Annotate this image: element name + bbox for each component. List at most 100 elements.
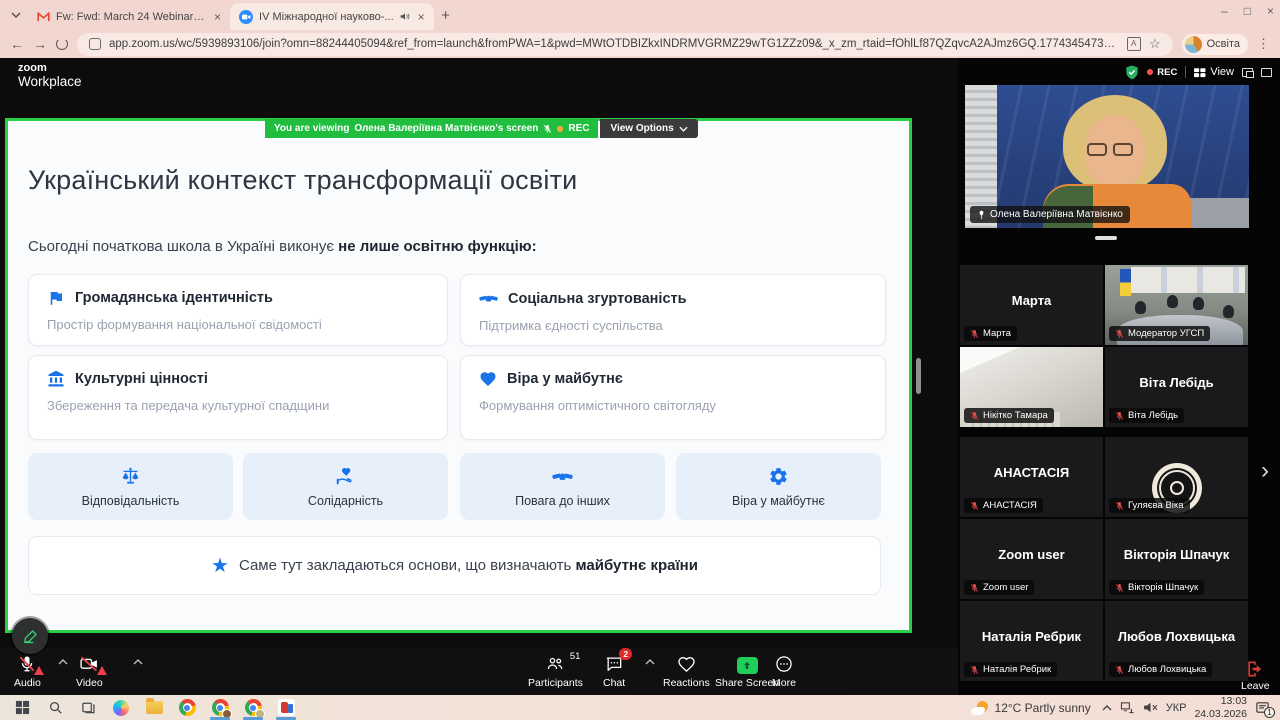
chat-options-caret[interactable] (645, 659, 655, 665)
participant-tile-marta[interactable]: Марта Марта (960, 265, 1103, 345)
translate-icon[interactable]: A (1126, 37, 1141, 51)
notification-center-button[interactable]: 1 (1255, 700, 1275, 718)
participant-label: Гуляєва Віка (1109, 498, 1190, 513)
reload-button[interactable] (56, 38, 68, 50)
video-button[interactable]: Video (76, 653, 108, 689)
network-icon[interactable] (1120, 701, 1135, 714)
value-card-solidarity: Солідарність (243, 453, 448, 520)
participants-count: 51 (569, 651, 581, 662)
notification-badge: 1 (1264, 707, 1275, 718)
mic-muted-icon (970, 501, 979, 510)
participant-tile-nikitko[interactable]: Нікітко Тамара (960, 347, 1103, 427)
site-settings-icon[interactable] (89, 38, 101, 50)
tab-gmail[interactable]: Fw: Fwd: March 24 Webinar wit... × (28, 3, 230, 30)
new-tab-button[interactable]: + (434, 3, 458, 27)
participants-button[interactable]: 51 Participants (528, 651, 583, 689)
participant-tile-liubov[interactable]: Любов Лохвицька Любов Лохвицька (1105, 601, 1248, 681)
participant-tile-viktoriia[interactable]: Вікторія Шпачук Вікторія Шпачук (1105, 519, 1248, 599)
mic-muted-icon (970, 411, 979, 420)
tab-search-chevron-icon[interactable] (4, 3, 28, 27)
minimize-video-button[interactable] (1242, 67, 1254, 78)
keyboard-language[interactable]: УКР (1166, 702, 1187, 714)
mic-muted-icon (544, 124, 552, 133)
browser-menu-icon[interactable]: ⋮ (1257, 36, 1270, 52)
recording-dot-icon (557, 125, 564, 132)
volume-muted-icon[interactable] (1143, 702, 1158, 713)
presentation-intro: Сьогодні початкова школа в Україні викон… (28, 238, 537, 255)
speaker-video-tile[interactable]: Олена Валеріївна Матвієнко (965, 85, 1249, 228)
tab-close-icon[interactable]: × (214, 10, 221, 24)
leave-button[interactable]: Leave (1241, 659, 1270, 692)
window-close-button[interactable]: × (1267, 4, 1274, 18)
handshake-icon (479, 295, 498, 302)
reactions-button[interactable]: Reactions (663, 653, 710, 689)
shield-check-icon[interactable] (1125, 65, 1139, 80)
share-screen-button[interactable]: Share Screen (715, 653, 779, 689)
tab-zoom-meeting[interactable]: IV Міжнародної науково-... × (230, 3, 434, 30)
audio-warning-icon (34, 666, 45, 675)
rec-dot-icon (1147, 69, 1154, 75)
back-button[interactable]: ← (10, 36, 24, 52)
pinned-app-button[interactable] (274, 696, 298, 720)
gmail-icon (37, 11, 50, 21)
weather-widget[interactable]: 12°C Partly sunny (970, 700, 1091, 715)
ukraine-flag (1120, 269, 1131, 296)
view-options-button[interactable]: View Options (600, 119, 698, 138)
window-maximize-button[interactable]: □ (1244, 4, 1251, 18)
participant-label: Нікітко Тамара (964, 408, 1054, 423)
value-card-faith: Віра у майбутнє (676, 453, 881, 520)
view-button[interactable]: View (1194, 66, 1234, 78)
handshake-icon (552, 472, 573, 480)
participant-tile-nataliia[interactable]: Наталія Ребрик Наталія Ребрик (960, 601, 1103, 681)
task-view-button[interactable] (76, 696, 100, 720)
participant-tile-moderator[interactable]: Модератор УГСП (1105, 265, 1248, 345)
panel-drag-handle[interactable] (1095, 236, 1117, 240)
pin-icon (979, 210, 984, 219)
participant-tile-zoom-user[interactable]: Zoom user Zoom user (960, 519, 1103, 599)
mic-muted-icon (1115, 411, 1124, 420)
start-button[interactable] (10, 696, 34, 720)
bookmark-star-icon[interactable]: ☆ (1149, 36, 1161, 52)
browser-profile-chip[interactable]: Освіта (1181, 33, 1248, 55)
copilot-button[interactable] (109, 696, 133, 720)
speaker-name-label: Олена Валеріївна Матвієнко (970, 206, 1130, 223)
chevron-down-icon (679, 126, 688, 132)
next-page-chevron[interactable]: › (1261, 457, 1269, 485)
popout-video-button[interactable] (1261, 67, 1272, 77)
audio-options-caret[interactable] (58, 659, 68, 665)
clock[interactable]: 13:03 24.03.2026 (1194, 695, 1247, 719)
windows-taskbar: 12°C Partly sunny УКР 13:03 24.03.2026 1 (0, 695, 1280, 720)
annotate-button[interactable] (12, 618, 48, 654)
chrome-profile2-button[interactable] (241, 696, 265, 720)
forward-button[interactable]: → (33, 36, 47, 52)
audio-button[interactable]: Audio (14, 653, 45, 689)
url-field[interactable]: app.zoom.us/wc/5939893106/join?omn=88244… (77, 32, 1173, 56)
tab-audio-icon[interactable] (400, 12, 410, 21)
chrome-button[interactable] (175, 696, 199, 720)
presentation-title: Український контекст трансформації освіт… (28, 165, 578, 195)
heart-outline-icon (678, 656, 695, 672)
panel-resize-handle[interactable] (916, 358, 921, 394)
participant-tile-huliaieva[interactable]: Гуляєва Віка (1105, 437, 1248, 517)
footer-callout: ★ Саме тут закладаються основи, що визна… (28, 536, 881, 595)
weather-icon (970, 700, 989, 715)
chat-button[interactable]: 2 Chat (603, 648, 633, 689)
search-button[interactable] (43, 696, 67, 720)
participant-tile-vita[interactable]: Віта Лебідь Віта Лебідь (1105, 347, 1248, 427)
video-options-caret[interactable] (133, 659, 143, 665)
window-minimize-button[interactable]: – (1221, 4, 1228, 18)
participant-label: Наталія Ребрик (964, 662, 1058, 677)
chrome-profile1-button[interactable] (208, 696, 232, 720)
participant-tile-anastasia[interactable]: АНАСТАСІЯ АНАСТАСІЯ (960, 437, 1103, 517)
more-button[interactable]: More (772, 653, 796, 689)
tray-expand-icon[interactable] (1102, 704, 1112, 711)
chat-unread-badge: 2 (619, 648, 633, 660)
participant-label: Віта Лебідь (1109, 408, 1185, 423)
tab-close-icon[interactable]: × (418, 10, 425, 24)
participant-label: Любов Лохвицька (1109, 662, 1213, 677)
viewing-speaker: Олена Валеріївна Матвієнко's screen (354, 123, 539, 134)
participants-icon (548, 657, 563, 670)
mic-muted-icon (970, 665, 979, 674)
tab-title: Fw: Fwd: March 24 Webinar wit... (56, 10, 206, 23)
file-explorer-button[interactable] (142, 696, 166, 720)
